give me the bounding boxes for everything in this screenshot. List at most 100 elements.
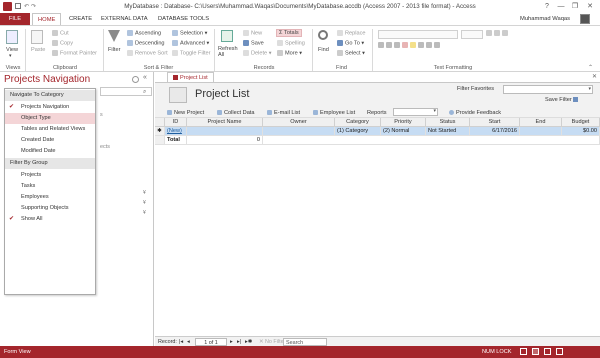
- cell-priority[interactable]: (2) Normal: [381, 127, 426, 136]
- select-button[interactable]: Select ▾: [337, 50, 365, 56]
- chevron-down-icon[interactable]: ▾: [9, 53, 12, 59]
- layout-view-icon[interactable]: [544, 348, 551, 355]
- datasheet-view-icon[interactable]: [532, 348, 539, 355]
- paste-icon[interactable]: [31, 30, 43, 44]
- new-project-button[interactable]: New Project: [167, 109, 204, 117]
- filter-favorites-select[interactable]: ▾: [503, 85, 593, 94]
- table-row[interactable]: ✱ (New) (1) Category (2) Normal Not Star…: [155, 127, 600, 136]
- more-button[interactable]: More ▾: [277, 50, 302, 56]
- column-header-budget[interactable]: Budget: [562, 118, 600, 127]
- employee-list-button[interactable]: Employee List: [313, 109, 355, 117]
- toggle-filter-button[interactable]: Toggle Filter: [172, 50, 210, 56]
- avatar[interactable]: [580, 14, 590, 24]
- paste-button[interactable]: Paste: [31, 47, 45, 53]
- menu-item-tasks[interactable]: Tasks: [5, 181, 95, 192]
- row-selector[interactable]: [155, 136, 165, 145]
- delete-record-button[interactable]: Delete ▾: [243, 50, 272, 56]
- expand-group-icon[interactable]: ¥: [143, 190, 146, 196]
- user-name[interactable]: Muhammad Waqas: [520, 16, 570, 22]
- no-filter-button[interactable]: ✕ No Filter: [259, 338, 285, 346]
- minimize-button[interactable]: —: [554, 1, 568, 12]
- column-header-end[interactable]: End: [520, 118, 562, 127]
- font-name-box[interactable]: [378, 30, 458, 39]
- replace-button[interactable]: Replace: [337, 30, 366, 36]
- column-header-project-name[interactable]: Project Name: [187, 118, 263, 127]
- expand-group-icon[interactable]: ¥: [143, 200, 146, 206]
- tab-home[interactable]: HOME: [32, 13, 62, 25]
- collect-data-button[interactable]: Collect Data: [217, 109, 254, 117]
- next-record-icon[interactable]: ▸: [230, 338, 233, 346]
- first-record-icon[interactable]: |◂: [179, 338, 183, 346]
- new-blank-record-icon[interactable]: ▸✱: [245, 338, 252, 346]
- new-record-button[interactable]: New: [243, 30, 262, 36]
- collapse-pane-icon[interactable]: «: [143, 74, 147, 81]
- cell-id[interactable]: (New): [165, 127, 187, 136]
- save-record-button[interactable]: Save: [243, 40, 264, 46]
- design-view-icon[interactable]: [556, 348, 563, 355]
- cell-category[interactable]: (1) Category: [335, 127, 381, 136]
- cell-end[interactable]: [520, 127, 562, 136]
- descending-button[interactable]: Descending: [127, 40, 165, 46]
- view-icon[interactable]: [6, 30, 18, 44]
- copy-button[interactable]: Copy: [52, 40, 73, 46]
- email-list-button[interactable]: E-mail List: [267, 109, 300, 117]
- column-header-owner[interactable]: Owner: [263, 118, 335, 127]
- nav-pane-title[interactable]: Projects Navigation: [4, 74, 90, 85]
- column-header-id[interactable]: ID: [165, 118, 187, 127]
- tab-create[interactable]: CREATE: [64, 13, 97, 25]
- nav-dropdown-icon[interactable]: [132, 76, 139, 83]
- new-record-marker[interactable]: ✱: [155, 127, 165, 136]
- close-button[interactable]: ✕: [583, 1, 597, 12]
- reports-select[interactable]: ▾: [393, 108, 438, 116]
- menu-item-employees[interactable]: Employees: [5, 192, 95, 203]
- nav-search-input[interactable]: ⌕: [100, 87, 152, 96]
- refresh-icon[interactable]: [221, 30, 233, 42]
- list-format-icons[interactable]: [486, 30, 526, 39]
- advanced-button[interactable]: Advanced ▾: [172, 40, 209, 46]
- column-header-status[interactable]: Status: [426, 118, 470, 127]
- cut-button[interactable]: Cut: [52, 30, 69, 36]
- menu-item-projects-navigation[interactable]: Projects Navigation: [5, 102, 95, 113]
- cell-start[interactable]: 6/17/2016: [470, 127, 520, 136]
- cell-status[interactable]: Not Started: [426, 127, 470, 136]
- column-header-category[interactable]: Category: [335, 118, 381, 127]
- column-header-priority[interactable]: Priority: [381, 118, 426, 127]
- menu-item-tables-related-views[interactable]: Tables and Related Views: [5, 124, 95, 135]
- filter-icon[interactable]: [108, 30, 120, 42]
- menu-item-projects[interactable]: Projects: [5, 170, 95, 181]
- row-selector-header[interactable]: [155, 118, 165, 127]
- ascending-button[interactable]: Ascending: [127, 30, 161, 36]
- maximize-button[interactable]: ❐: [568, 1, 582, 12]
- cell-project-name[interactable]: [187, 127, 263, 136]
- cell-owner[interactable]: [263, 127, 335, 136]
- spelling-button[interactable]: Spelling: [277, 40, 305, 46]
- totals-row[interactable]: Total 0: [155, 136, 600, 145]
- help-button[interactable]: ?: [540, 1, 554, 12]
- selection-button[interactable]: Selection ▾: [172, 30, 207, 36]
- font-size-box[interactable]: [461, 30, 483, 39]
- collapse-ribbon-icon[interactable]: ⌃: [588, 64, 593, 71]
- expand-group-icon[interactable]: ¥: [143, 210, 146, 216]
- document-tab-project-list[interactable]: Project List: [167, 72, 214, 82]
- cell-budget[interactable]: $0.00: [562, 127, 600, 136]
- menu-item-modified-date[interactable]: Modified Date: [5, 146, 95, 157]
- filter-button[interactable]: Filter: [108, 47, 120, 53]
- close-document-icon[interactable]: ✕: [592, 73, 597, 80]
- previous-record-icon[interactable]: ◂: [187, 338, 190, 346]
- tab-external-data[interactable]: EXTERNAL DATA: [96, 13, 153, 25]
- total-project-count[interactable]: 0: [187, 136, 263, 145]
- save-filter-button[interactable]: Save Filter: [545, 97, 579, 103]
- record-position-input[interactable]: 1 of 1: [195, 338, 227, 346]
- view-button[interactable]: View: [6, 47, 18, 53]
- search-records-input[interactable]: Search: [283, 338, 327, 346]
- provide-feedback-button[interactable]: Provide Feedback: [449, 109, 501, 117]
- font-style-icons[interactable]: [378, 42, 528, 51]
- tab-database-tools[interactable]: DATABASE TOOLS: [153, 13, 214, 25]
- menu-item-created-date[interactable]: Created Date: [5, 135, 95, 146]
- find-button[interactable]: Find: [318, 47, 329, 53]
- binoculars-icon[interactable]: [318, 30, 328, 40]
- tab-file[interactable]: FILE: [0, 13, 30, 25]
- remove-sort-button[interactable]: Remove Sort: [127, 50, 168, 56]
- menu-item-show-all[interactable]: Show All: [5, 214, 95, 225]
- totals-button[interactable]: Σ Totals: [276, 29, 302, 37]
